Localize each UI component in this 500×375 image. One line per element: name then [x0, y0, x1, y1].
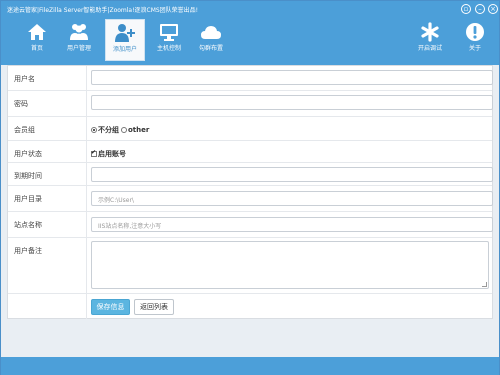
directory-label: 用户目录: [8, 186, 87, 211]
window-title: 迷途云管家|FileZilla Server智能助手|Zoomla!逐浪CMS团…: [7, 7, 199, 14]
toolbar-add-user[interactable]: 添加用户: [105, 19, 145, 61]
form-row-actions: 保存信息 返回列表: [8, 294, 492, 319]
maximize-button[interactable]: ▫: [461, 4, 471, 14]
add-user-icon: [115, 24, 135, 42]
toolbar-cluster-deploy[interactable]: 勾群布置: [191, 19, 231, 61]
toolbar-cluster-deploy-label: 勾群布置: [198, 45, 223, 52]
toolbar-add-user-label: 添加用户: [112, 46, 137, 53]
info-icon: [466, 23, 484, 41]
password-input[interactable]: [91, 95, 493, 110]
toolbar-home[interactable]: 首页: [17, 19, 57, 61]
cloud-icon: [201, 26, 221, 39]
expire-label: 到期时间: [8, 163, 87, 185]
toolbar-debug[interactable]: 开启调试: [410, 19, 450, 61]
group-radio-none[interactable]: [91, 127, 97, 133]
save-button[interactable]: 保存信息: [91, 299, 130, 315]
add-user-form: 用户名 密码 会员组 不分组 other 用户状态 ✔ 启用账号 到期时间 用户…: [7, 65, 493, 319]
site-name-input[interactable]: IIS站点名称,注意大小写: [91, 217, 493, 232]
note-label: 用户备注: [8, 238, 87, 293]
group-label: 会员组: [8, 117, 87, 140]
close-button[interactable]: ×: [488, 4, 498, 14]
users-icon: [70, 24, 88, 40]
asterisk-icon: [421, 22, 439, 42]
form-row-directory: 用户目录 示例C:\User\: [8, 186, 493, 212]
toolbar-home-label: 首页: [30, 45, 43, 52]
group-radio-group: 不分组 other: [91, 125, 149, 135]
monitor-icon: [160, 24, 178, 41]
expire-input[interactable]: [91, 167, 493, 182]
toolbar-user-management-label: 用户管理: [66, 45, 91, 52]
status-checkbox-group: 启用账号: [91, 149, 126, 159]
form-row-password: 密码: [8, 91, 493, 117]
password-label: 密码: [8, 91, 87, 116]
group-radio-other[interactable]: [121, 127, 127, 133]
status-bar: [1, 357, 499, 375]
form-row-expire: 到期时间: [8, 163, 493, 186]
home-icon: [28, 24, 46, 40]
username-input[interactable]: [91, 70, 493, 85]
status-label: 用户状态: [8, 141, 87, 162]
minimize-button[interactable]: –: [475, 4, 485, 14]
group-option-none-label: 不分组: [98, 126, 119, 134]
top-toolbar: 迷途云管家|FileZilla Server智能助手|Zoomla!逐浪CMS团…: [1, 1, 499, 65]
site-label: 站点名称: [8, 212, 87, 237]
toolbar-host-control-label: 主机控制: [156, 45, 181, 52]
enable-account-checkbox[interactable]: [91, 149, 97, 157]
form-row-site: 站点名称 IIS站点名称,注意大小写: [8, 212, 493, 238]
form-row-status: 用户状态 启用账号: [8, 141, 492, 163]
note-textarea[interactable]: [91, 241, 489, 289]
enable-account-label: 启用账号: [98, 150, 126, 158]
app-window: 迷途云管家|FileZilla Server智能助手|Zoomla!逐浪CMS团…: [0, 0, 500, 375]
toolbar-about[interactable]: 关于: [455, 19, 495, 61]
toolbar-debug-label: 开启调试: [417, 45, 442, 52]
resize-grip-icon[interactable]: [482, 282, 487, 287]
group-option-other-label: other: [128, 126, 150, 134]
form-row-group: 会员组 不分组 other: [8, 117, 492, 141]
username-label: 用户名: [8, 66, 87, 90]
form-row-note: 用户备注: [8, 238, 492, 294]
toolbar-user-management[interactable]: 用户管理: [59, 19, 99, 61]
back-to-list-button[interactable]: 返回列表: [134, 299, 174, 315]
form-row-username: 用户名: [8, 66, 493, 91]
directory-input[interactable]: 示例C:\User\: [91, 191, 493, 206]
actions-label-cell: [8, 294, 87, 319]
toolbar-host-control[interactable]: 主机控制: [149, 19, 189, 61]
toolbar-about-label: 关于: [468, 45, 481, 52]
